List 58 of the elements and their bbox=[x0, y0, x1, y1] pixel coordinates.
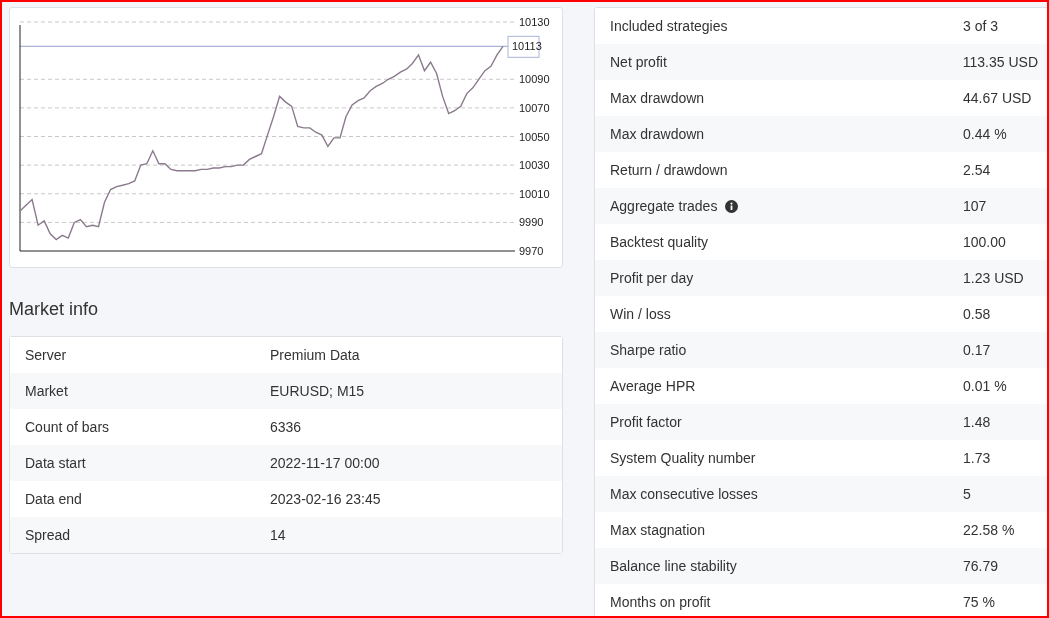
row-value: 0.01 % bbox=[963, 376, 1007, 396]
row-value: 1.73 bbox=[963, 448, 991, 468]
row-value: 113.35 USD bbox=[962, 52, 1038, 72]
row-value: 6336 bbox=[270, 417, 302, 437]
row-value: 0.44 % bbox=[963, 124, 1007, 144]
row-label: Profit per day bbox=[610, 268, 694, 288]
row-label: Max drawdown bbox=[610, 88, 705, 108]
row-label: System Quality number bbox=[610, 448, 756, 468]
row-value: 1.23 USD bbox=[963, 268, 1024, 288]
row-value: 1.48 bbox=[963, 412, 991, 432]
row-value: 100.00 bbox=[963, 232, 1006, 252]
row-value: 2023-02-16 23:45 bbox=[270, 489, 381, 509]
y-tick-label: 10090 bbox=[519, 73, 550, 86]
row-label: Average HPR bbox=[610, 376, 696, 396]
row-label: Max consecutive losses bbox=[610, 484, 758, 504]
row-label: Data start bbox=[25, 453, 86, 473]
y-tick-label: 10113 bbox=[512, 40, 542, 53]
row-label: Sharpe ratio bbox=[610, 340, 687, 360]
row-value: 22.58 % bbox=[963, 520, 1015, 540]
y-tick-label: 10030 bbox=[519, 159, 550, 172]
row-value: 5 bbox=[963, 484, 971, 504]
y-tick-label: 9970 bbox=[519, 245, 544, 257]
y-tick-label: 10010 bbox=[519, 187, 550, 200]
row-label: Spread bbox=[25, 525, 71, 545]
row-label: Profit factor bbox=[610, 412, 682, 432]
row-label: Return / drawdown bbox=[610, 160, 728, 180]
row-label: Months on profit bbox=[610, 592, 711, 612]
value-label-frame bbox=[507, 35, 540, 58]
row-value: 107 bbox=[963, 196, 987, 216]
y-tick-label: 10130 bbox=[519, 16, 550, 28]
y-tick-label: 9990 bbox=[519, 216, 544, 229]
y-tick-label: 10050 bbox=[519, 130, 550, 143]
row-value: Premium Data bbox=[270, 345, 360, 365]
row-label: Server bbox=[25, 345, 67, 365]
row-label: Net profit bbox=[610, 52, 667, 72]
row-label: Max drawdown bbox=[610, 124, 705, 144]
row-value: 2.54 bbox=[963, 160, 991, 180]
row-label: Data end bbox=[25, 489, 82, 509]
row-value: 2022-11-17 00:00 bbox=[270, 453, 380, 473]
row-value: 44.67 USD bbox=[963, 88, 1032, 108]
row-label: Count of bars bbox=[25, 417, 110, 437]
row-value: 75 % bbox=[963, 592, 995, 612]
row-value: 0.58 bbox=[963, 304, 991, 324]
row-label: Win / loss bbox=[610, 304, 671, 324]
row-label: Max stagnation bbox=[610, 520, 705, 540]
row-value: EURUSD; M15 bbox=[270, 381, 365, 401]
row-label: Included strategies bbox=[610, 16, 728, 36]
row-value: 3 of 3 bbox=[963, 16, 999, 36]
row-value: 76.79 bbox=[963, 556, 999, 576]
row-label: Market bbox=[25, 381, 68, 401]
row-value: 14 bbox=[270, 525, 286, 545]
row-label: Aggregate trades bbox=[610, 196, 718, 216]
y-tick-label: 10070 bbox=[519, 101, 550, 114]
row-value: 0.17 bbox=[963, 340, 991, 360]
info-icon[interactable] bbox=[725, 199, 739, 213]
row-label: Backtest quality bbox=[610, 232, 709, 252]
row-label: Balance line stability bbox=[610, 556, 737, 576]
section-title: Market info bbox=[9, 298, 100, 321]
